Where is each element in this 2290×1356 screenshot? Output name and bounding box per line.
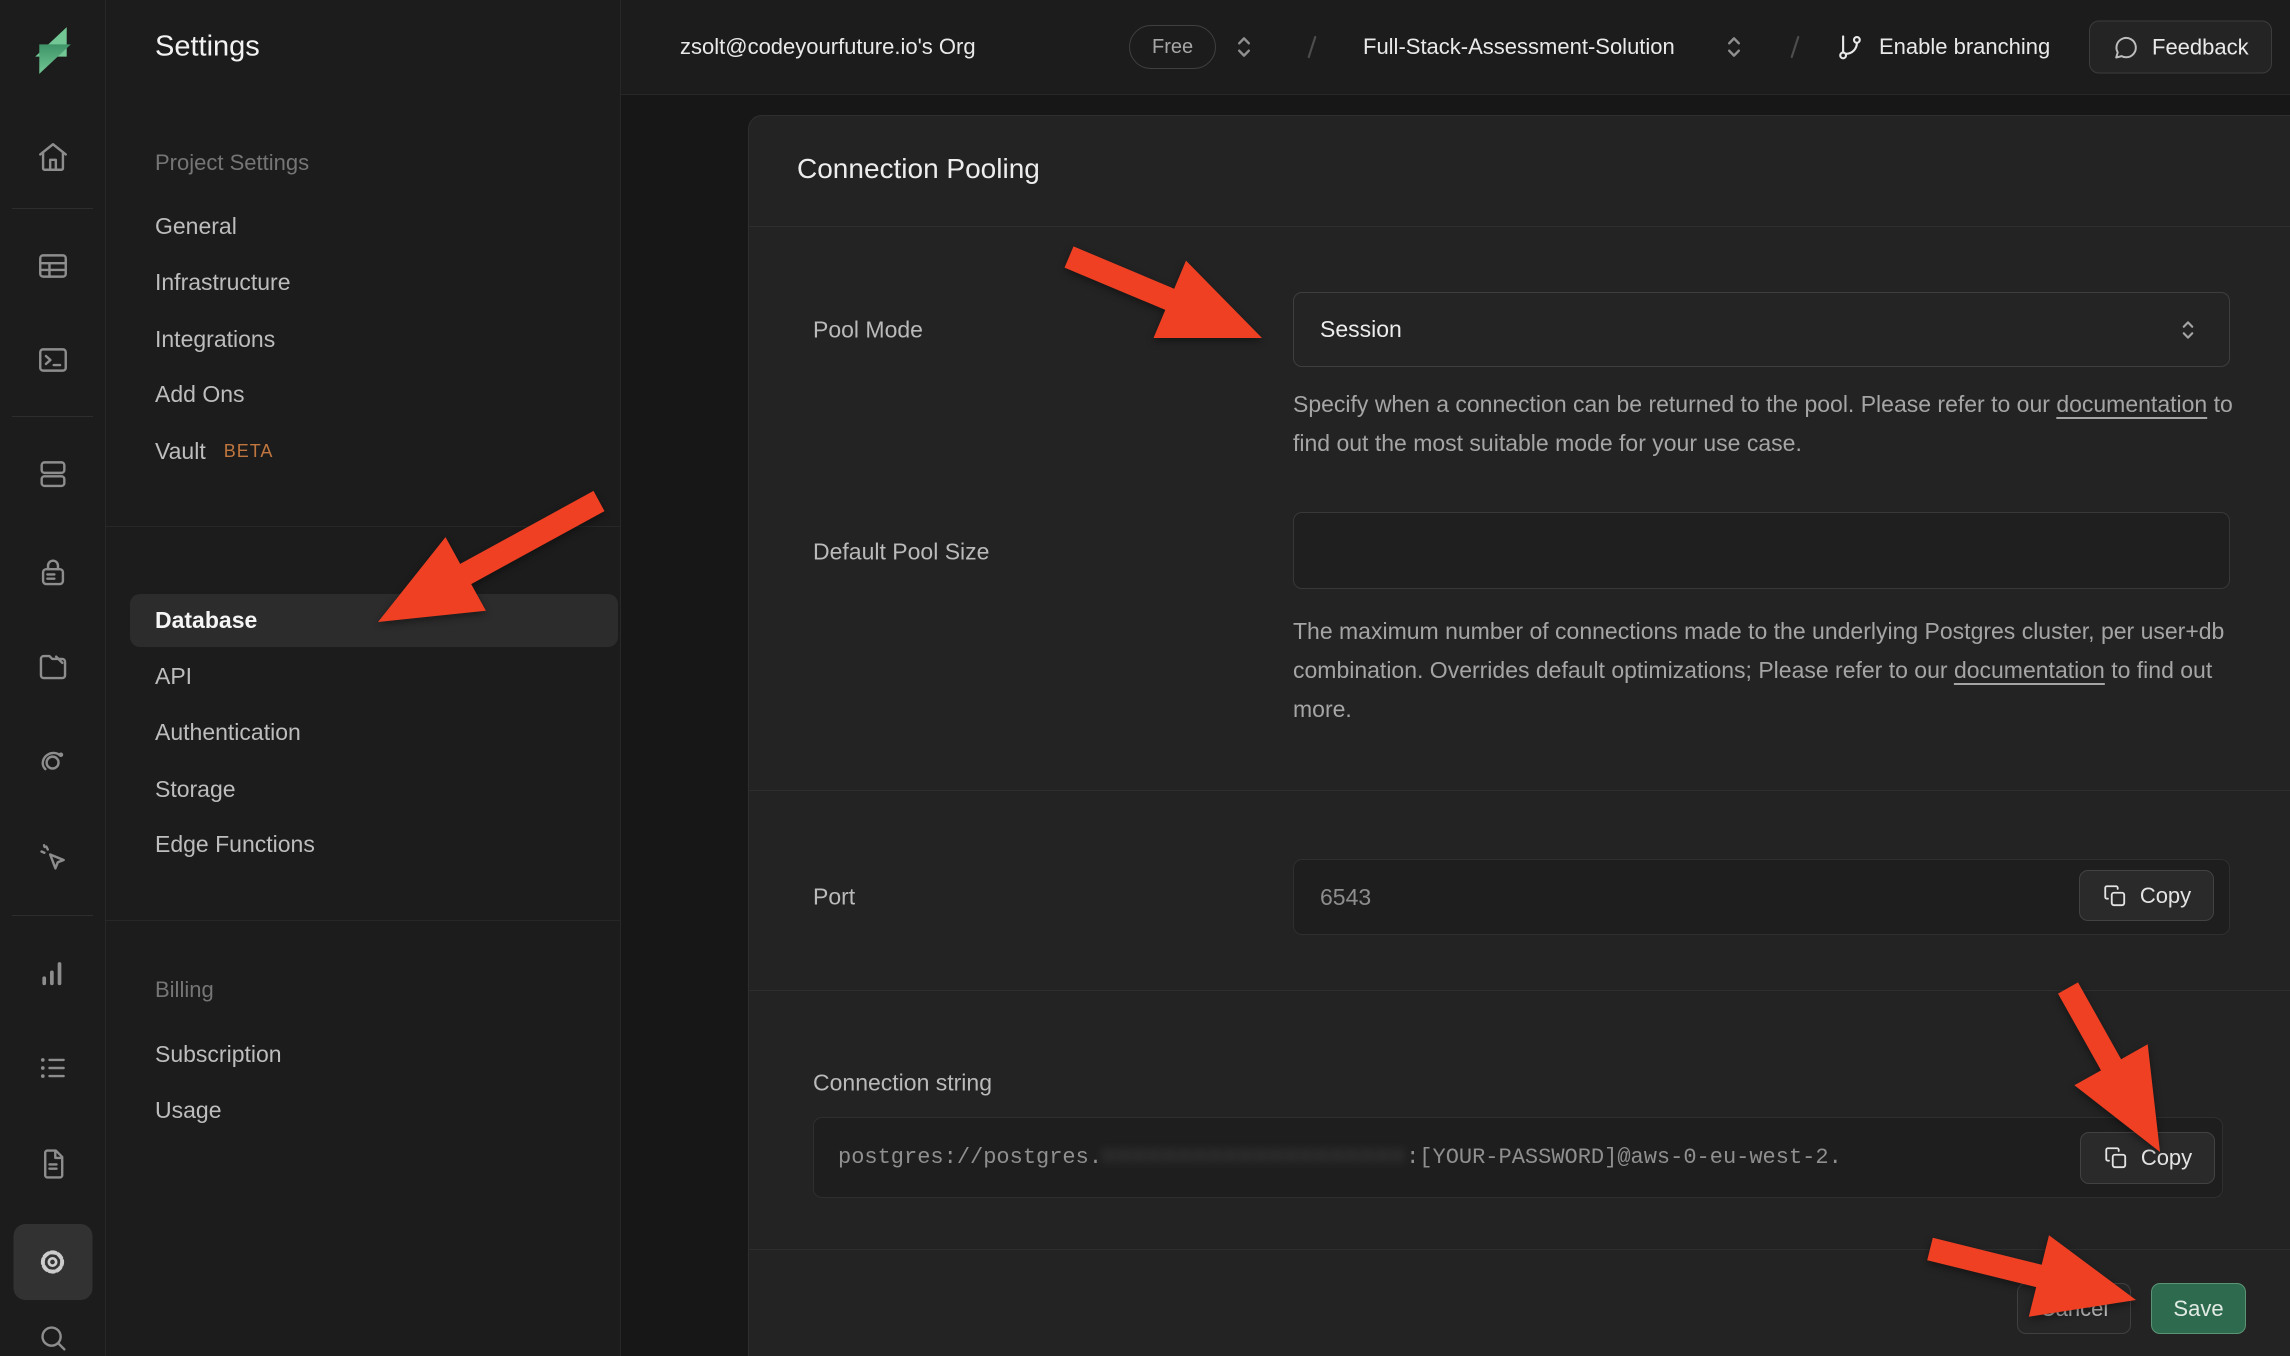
sidebar-item-label: Add Ons: [155, 381, 245, 408]
authentication-icon: [36, 555, 70, 589]
sidebar-item-label: Subscription: [155, 1041, 282, 1068]
project-switcher-chevrons-icon[interactable]: [1717, 30, 1751, 64]
rail-item-sql-editor[interactable]: [36, 343, 70, 377]
sidebar-item-subscription[interactable]: Subscription: [155, 1034, 282, 1074]
org-switcher-chevrons-icon[interactable]: [1227, 30, 1261, 64]
page-title: Settings: [155, 31, 260, 64]
table-editor-icon: [36, 249, 70, 283]
beta-badge: BETA: [224, 441, 274, 462]
sidebar-item-vault[interactable]: Vault BETA: [155, 431, 273, 471]
pool-mode-select[interactable]: Session: [1293, 292, 2230, 367]
logs-icon: [36, 1051, 70, 1085]
sidebar-section-header: Project Settings: [155, 143, 309, 183]
rail-item-api-docs[interactable]: [36, 1147, 70, 1181]
breadcrumb-slash-icon: [1780, 32, 1810, 62]
rail-item-edge-functions[interactable]: [36, 745, 70, 779]
git-branch-icon: [1835, 32, 1865, 62]
connection-string-field: postgres://postgres.••••••••••••••••••••…: [813, 1117, 2223, 1198]
sidebar-item-label: API: [155, 663, 192, 690]
supabase-settings-page: zsolt@codeyourfuture.io's Org Free Full-…: [0, 0, 2290, 1356]
sidebar-item-add-ons[interactable]: Add Ons: [155, 374, 245, 414]
rail-divider: [12, 208, 93, 209]
pool-mode-label: Pool Mode: [813, 317, 923, 344]
sidebar-item-label: Infrastructure: [155, 269, 291, 296]
plan-badge: Free: [1129, 25, 1216, 69]
api-docs-icon: [36, 1147, 70, 1181]
redacted-project-ref: ••••••••••••••••••••: [1102, 1145, 1406, 1170]
default-pool-size-label: Default Pool Size: [813, 539, 989, 566]
sidebar-item-label: Vault: [155, 438, 206, 465]
sidebar-section-header: Billing: [155, 970, 214, 1010]
supabase-logo[interactable]: [22, 20, 83, 81]
cancel-button[interactable]: Cancel: [2017, 1283, 2131, 1334]
project-breadcrumb[interactable]: Full-Stack-Assessment-Solution: [1363, 34, 1675, 60]
rail-item-logs[interactable]: [36, 1051, 70, 1085]
sidebar-item-label: Usage: [155, 1097, 221, 1124]
sidebar-divider: [105, 526, 620, 527]
message-circle-icon: [2112, 33, 2140, 61]
documentation-link[interactable]: documentation: [1954, 657, 2105, 683]
sidebar-item-label: Storage: [155, 776, 236, 803]
connection-string-label: Connection string: [813, 1070, 992, 1097]
search-icon: [36, 1321, 70, 1355]
realtime-icon: [36, 841, 70, 875]
sidebar-item-label: Authentication: [155, 719, 301, 746]
port-copy-button[interactable]: Copy: [2079, 870, 2214, 921]
sidebar-item-general[interactable]: General: [155, 206, 237, 246]
copy-icon: [2102, 883, 2128, 909]
rail-item-storage[interactable]: [36, 649, 70, 683]
org-breadcrumb[interactable]: zsolt@codeyourfuture.io's Org: [680, 34, 976, 60]
sidebar-divider: [105, 920, 620, 921]
pool-mode-description: Specify when a connection can be returne…: [1293, 385, 2238, 463]
rail-item-search[interactable]: [36, 1321, 70, 1355]
settings-icon: [36, 1245, 70, 1279]
nav-rail: [0, 0, 106, 1356]
documentation-link[interactable]: documentation: [2056, 391, 2207, 417]
home-icon: [36, 140, 70, 174]
sidebar-item-database[interactable]: Database: [130, 594, 618, 647]
sidebar-item-label: Database: [155, 607, 257, 634]
default-pool-size-field: [1293, 512, 2230, 589]
connection-string-copy-button[interactable]: Copy: [2080, 1132, 2215, 1184]
sidebar-item-usage[interactable]: Usage: [155, 1090, 221, 1130]
reports-icon: [36, 956, 70, 990]
sidebar-item-storage[interactable]: Storage: [155, 769, 236, 809]
default-pool-size-input[interactable]: [1294, 513, 2229, 588]
sidebar-item-edge-functions[interactable]: Edge Functions: [155, 824, 315, 864]
sidebar-item-api[interactable]: API: [155, 656, 192, 696]
sidebar-item-authentication[interactable]: Authentication: [155, 712, 301, 752]
enable-branching-button[interactable]: Enable branching: [1835, 32, 2050, 62]
save-button[interactable]: Save: [2151, 1283, 2246, 1334]
rail-item-table-editor[interactable]: [36, 249, 70, 283]
database-icon: [36, 457, 70, 491]
rail-divider: [12, 416, 93, 417]
storage-icon: [36, 649, 70, 683]
sql-editor-icon: [36, 343, 70, 377]
edge-functions-icon: [36, 745, 70, 779]
sidebar-item-label: Integrations: [155, 326, 275, 353]
rail-item-authentication[interactable]: [36, 555, 70, 589]
breadcrumb-slash-icon: [1297, 32, 1327, 62]
rail-divider: [12, 915, 93, 916]
rail-item-database[interactable]: [36, 457, 70, 491]
rail-item-home[interactable]: [36, 140, 70, 174]
sidebar-item-integrations[interactable]: Integrations: [155, 319, 275, 359]
rail-item-realtime[interactable]: [36, 841, 70, 875]
settings-sidebar: Settings Project Settings General Infrastr…: [105, 0, 621, 1356]
copy-icon: [2103, 1145, 2129, 1171]
section-title: Connection Pooling: [797, 153, 1040, 185]
default-pool-size-description: The maximum number of connections made t…: [1293, 612, 2238, 729]
port-label: Port: [813, 884, 855, 911]
chevron-up-down-icon: [2173, 315, 2203, 345]
rail-item-reports[interactable]: [36, 956, 70, 990]
rail-item-settings[interactable]: [13, 1224, 92, 1300]
sidebar-item-label: Edge Functions: [155, 831, 315, 858]
feedback-button[interactable]: Feedback: [2089, 21, 2272, 74]
sidebar-item-infrastructure[interactable]: Infrastructure: [155, 262, 291, 302]
sidebar-item-label: General: [155, 213, 237, 240]
